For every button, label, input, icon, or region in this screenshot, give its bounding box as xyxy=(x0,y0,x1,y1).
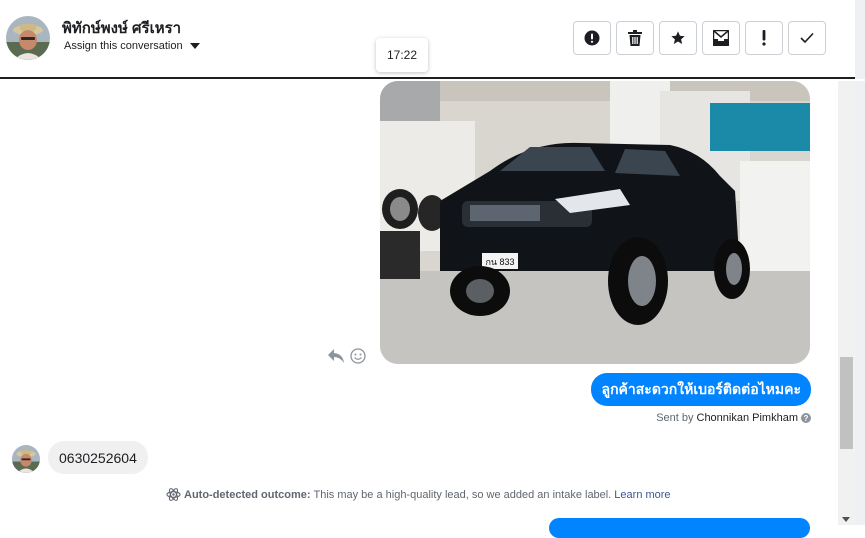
learn-more-link[interactable]: Learn more xyxy=(614,489,670,501)
star-icon xyxy=(671,31,685,44)
auto-detected-outcome: Auto-detected outcome: This may be a hig… xyxy=(166,487,671,502)
emoji-reaction-icon[interactable] xyxy=(350,348,366,364)
assign-label: Assign this conversation xyxy=(64,40,183,52)
done-button[interactable] xyxy=(788,21,826,55)
conversation-header: พิทักษ์พงษ์ ศรีเหรา Assign this conversa… xyxy=(0,0,865,79)
trash-icon xyxy=(628,30,642,46)
reply-icon[interactable] xyxy=(328,349,344,363)
scroll-down-arrow-icon[interactable] xyxy=(842,517,850,522)
outcome-label: Auto-detected outcome: xyxy=(184,488,311,501)
image-attachment[interactable]: กน 833 xyxy=(380,81,810,364)
exclamation-icon xyxy=(762,30,766,46)
contact-avatar[interactable] xyxy=(6,16,50,60)
message-hover-actions xyxy=(328,348,366,364)
outgoing-message-bubble[interactable]: ลูกค้าสะดวกให้เบอร์ติดต่อไหมคะ xyxy=(591,373,811,406)
scrollbar-thumb[interactable] xyxy=(840,357,853,449)
envelope-icon xyxy=(713,30,729,46)
help-icon[interactable]: ? xyxy=(801,413,811,423)
follow-up-button[interactable] xyxy=(745,21,783,55)
sent-by-prefix: Sent by xyxy=(656,412,694,424)
outcome-text: This may be a high-quality lead, so we a… xyxy=(313,488,612,501)
atom-icon xyxy=(166,488,181,501)
panel-divider xyxy=(855,0,865,79)
assign-conversation-dropdown[interactable]: Assign this conversation xyxy=(64,40,200,52)
sender-avatar[interactable] xyxy=(12,445,40,473)
check-icon xyxy=(800,32,814,44)
timestamp-tooltip: 17:22 xyxy=(376,38,428,72)
delete-button[interactable] xyxy=(616,21,654,55)
spam-button[interactable] xyxy=(573,21,611,55)
outgoing-message-bubble-partial[interactable] xyxy=(549,518,810,538)
panel-divider-lower xyxy=(855,81,865,525)
sent-by-info: Sent by Chonnikan Pimkham ? xyxy=(656,412,811,424)
thread-scrollbar[interactable] xyxy=(838,81,855,525)
caret-down-icon xyxy=(189,43,200,49)
star-button[interactable] xyxy=(659,21,697,55)
incoming-message-bubble[interactable]: 0630252604 xyxy=(48,441,148,474)
conversation-actions xyxy=(573,21,826,55)
sent-by-name: Chonnikan Pimkham xyxy=(696,412,799,424)
exclamation-circle-icon xyxy=(584,30,600,46)
contact-name[interactable]: พิทักษ์พงษ์ ศรีเหรา xyxy=(62,16,181,40)
svg-text:กน 833: กน 833 xyxy=(485,257,514,267)
mark-unread-button[interactable] xyxy=(702,21,740,55)
